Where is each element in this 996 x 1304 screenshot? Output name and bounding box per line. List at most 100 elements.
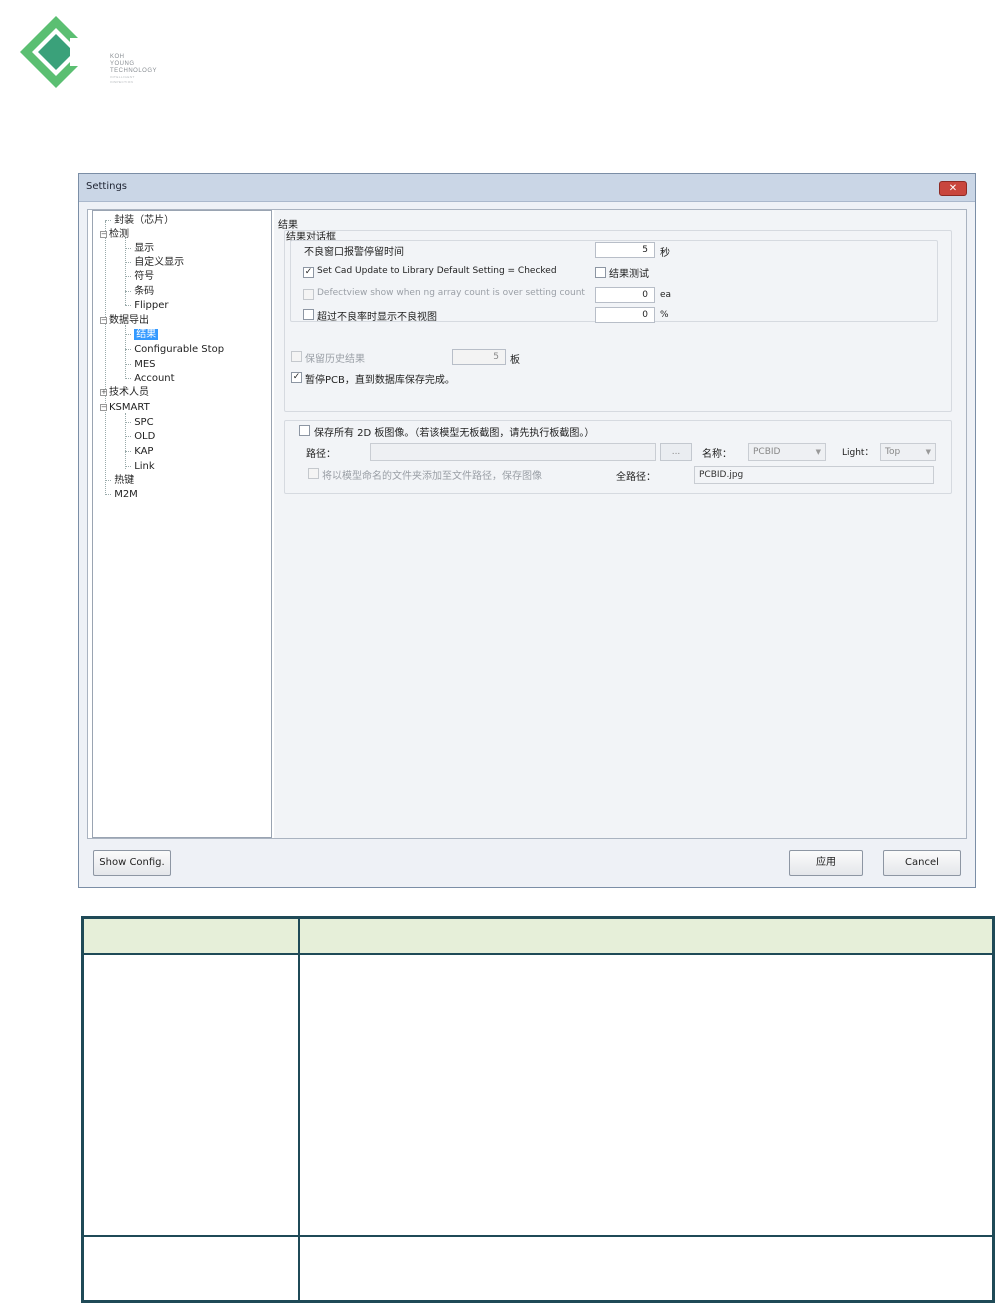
- tree-item-configurable-stop[interactable]: Configurable Stop: [125, 344, 224, 356]
- full-path-value: PCBID.jpg: [694, 466, 934, 484]
- chevron-down-icon: ▼: [815, 448, 821, 456]
- light-select[interactable]: Top ▼: [880, 443, 936, 461]
- name-select[interactable]: PCBID ▼: [748, 443, 826, 461]
- tree-item-label: Link: [134, 461, 155, 472]
- tree-item-package[interactable]: 封装（芯片）: [105, 215, 174, 227]
- tree-item-label: Flipper: [134, 300, 169, 311]
- tree-item-label: 条码: [134, 286, 155, 297]
- tree-item-label: KSMART: [109, 402, 150, 413]
- tree-item-label: Configurable Stop: [134, 344, 225, 355]
- tree-item-label: M2M: [114, 489, 138, 500]
- title-bar[interactable]: Settings ✕: [79, 174, 975, 202]
- chevron-down-icon: ▼: [925, 448, 931, 456]
- tree-item-custom-display[interactable]: 自定义显示: [125, 257, 184, 269]
- logo-line: KOH: [110, 54, 125, 60]
- tree-item-label: 技术人员: [109, 387, 149, 398]
- defectview-unit: ea: [660, 290, 672, 300]
- name-select-value: PCBID: [753, 447, 781, 457]
- tree-item-label: MES: [134, 359, 156, 370]
- exceed-rate-input[interactable]: 0: [595, 307, 655, 323]
- tree-item-mes[interactable]: MES: [125, 359, 155, 371]
- logo-mark: [20, 16, 96, 88]
- expand-icon[interactable]: +: [100, 388, 107, 396]
- dialog-body: 封装（芯片） − 检测 显示 自定义显示 符号 条码 Flipper − 数据导出 …: [87, 209, 967, 839]
- tree-item-inspection[interactable]: − 检测: [100, 229, 129, 241]
- path-input[interactable]: [370, 443, 656, 461]
- tree-item-technician[interactable]: + 技术人员: [100, 387, 149, 399]
- save-2d-images-checkbox[interactable]: [299, 425, 310, 436]
- tree-item-barcode[interactable]: 条码: [125, 286, 154, 298]
- settings-dialog: Settings ✕ 封装（芯片） − 检测 显示 自定义显示 符号 条码 Fli…: [78, 173, 976, 888]
- tree-item-flipper[interactable]: Flipper: [125, 300, 168, 312]
- table-row: [81, 952, 995, 1237]
- collapse-icon[interactable]: −: [100, 403, 107, 411]
- model-folder-label: 将以模型命名的文件夹添加至文件路径，保存图像: [322, 471, 542, 482]
- tree-item-data-export[interactable]: − 数据导出: [100, 315, 149, 327]
- ng-window-pause-input[interactable]: 5: [595, 242, 655, 258]
- tree-item-label: 自定义显示: [134, 257, 185, 268]
- tree-item-label: KAP: [134, 446, 154, 457]
- save-2d-images-label: 保存所有 2D 板图像。（若该模型无板截图，请先执行板截图。）: [314, 428, 595, 439]
- tree-item-result[interactable]: 结果: [125, 329, 159, 341]
- cad-update-checkbox[interactable]: ✓: [303, 267, 314, 278]
- collapse-icon[interactable]: −: [100, 316, 107, 324]
- exceed-rate-label: 超过不良率时显示不良视图: [317, 312, 437, 323]
- tree-item-label: 显示: [134, 243, 155, 254]
- table-header-row: [81, 916, 995, 955]
- tree-item-m2m[interactable]: M2M: [105, 489, 138, 501]
- tree-item-label: 检测: [109, 229, 129, 240]
- collapse-icon[interactable]: −: [100, 230, 107, 238]
- defectview-checkbox[interactable]: [303, 289, 314, 300]
- tree-item-label: 封装（芯片）: [114, 215, 175, 226]
- description-table: [81, 916, 995, 1303]
- tree-item-display[interactable]: 显示: [125, 243, 154, 255]
- settings-tree[interactable]: 封装（芯片） − 检测 显示 自定义显示 符号 条码 Flipper − 数据导出 …: [92, 210, 272, 838]
- seconds-unit: 秒: [660, 248, 670, 259]
- tree-item-old[interactable]: OLD: [125, 431, 155, 443]
- close-button[interactable]: ✕: [939, 181, 967, 196]
- window-title: Settings: [86, 181, 128, 192]
- cancel-button[interactable]: Cancel: [883, 850, 961, 876]
- company-logo: KOH YOUNG TECHNOLOGY INTELLIGENT INSPECT…: [18, 14, 188, 94]
- name-label: 名称：: [702, 449, 732, 460]
- tree-guide: [105, 221, 106, 493]
- result-settings-pane: 结果 结果对话框 不良窗口报警停留时间 5 秒 ✓ Set Cad Update…: [274, 210, 966, 838]
- cad-update-label: Set Cad Update to Library Default Settin…: [317, 266, 557, 276]
- tree-item-label: 结果: [134, 329, 159, 340]
- pause-pcb-checkbox[interactable]: ✓: [291, 372, 302, 383]
- logo-line: TECHNOLOGY: [110, 68, 158, 74]
- logo-line: INSPECTION: [110, 80, 134, 84]
- tree-item-hotkey[interactable]: 热键: [105, 475, 134, 487]
- table-cell: [297, 952, 995, 1237]
- pause-pcb-label: 暂停PCB，直到数据库保存完成。: [305, 375, 455, 386]
- logo-text: KOH YOUNG TECHNOLOGY INTELLIGENT INSPECT…: [110, 54, 157, 85]
- tree-item-label: OLD: [134, 431, 156, 442]
- light-label: Light：: [842, 448, 874, 458]
- keep-history-unit: 板: [510, 355, 520, 366]
- tree-item-symbol[interactable]: 符号: [125, 271, 154, 283]
- tree-item-kap[interactable]: KAP: [125, 446, 153, 458]
- ng-window-pause-label: 不良窗口报警停留时间: [304, 247, 404, 258]
- table-row: [81, 1234, 995, 1303]
- light-select-value: Top: [885, 447, 901, 457]
- tree-item-ksmart[interactable]: − KSMART: [100, 402, 150, 414]
- keep-history-checkbox[interactable]: [291, 351, 302, 362]
- show-config-button[interactable]: Show Config.: [93, 850, 171, 876]
- full-path-label: 全路径：: [616, 472, 656, 483]
- table-cell: [81, 1234, 300, 1303]
- tree-item-account[interactable]: Account: [125, 373, 175, 385]
- tree-item-label: Account: [134, 373, 175, 384]
- tree-item-spc[interactable]: SPC: [125, 417, 154, 429]
- table-cell: [81, 952, 300, 1237]
- tree-item-label: 符号: [134, 271, 155, 282]
- model-folder-checkbox[interactable]: [308, 468, 319, 479]
- result-test-checkbox[interactable]: [595, 267, 606, 278]
- table-cell: [297, 1234, 995, 1303]
- browse-button[interactable]: ...: [660, 443, 692, 461]
- apply-button[interactable]: 应用: [789, 850, 863, 876]
- tree-item-link[interactable]: Link: [125, 461, 155, 473]
- defectview-count-input[interactable]: 0: [595, 287, 655, 303]
- path-label: 路径：: [306, 449, 336, 460]
- keep-history-input[interactable]: 5: [452, 349, 506, 365]
- exceed-rate-checkbox[interactable]: [303, 309, 314, 320]
